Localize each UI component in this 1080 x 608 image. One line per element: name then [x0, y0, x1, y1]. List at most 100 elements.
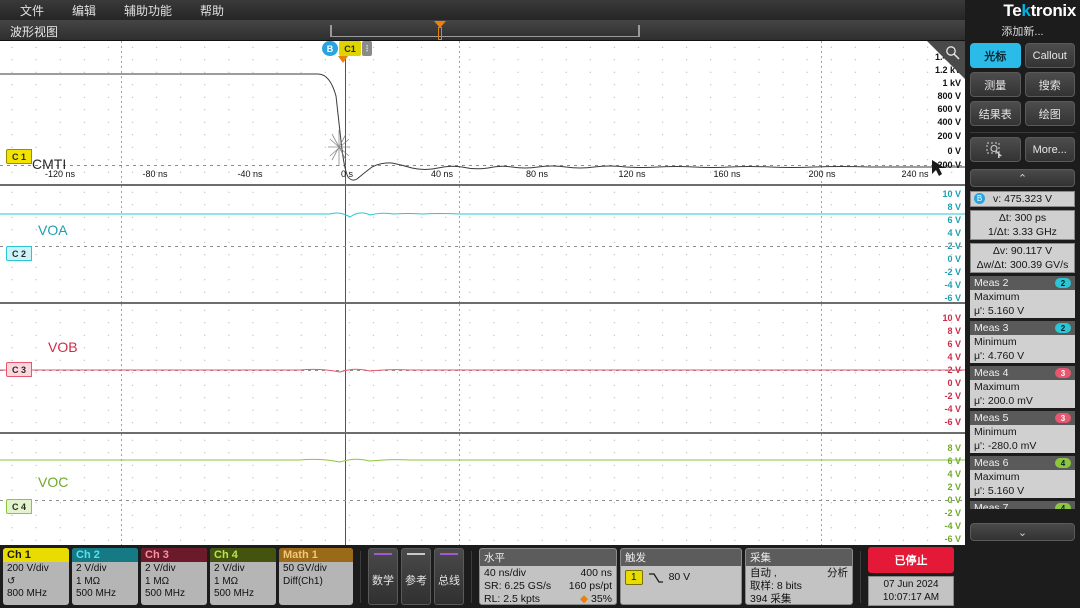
- vscale-tick: 10 V: [942, 313, 961, 323]
- zoom-select-button[interactable]: [970, 137, 1021, 162]
- ref-color-bar: [407, 553, 425, 555]
- scroll-up-button[interactable]: ⌃: [970, 169, 1075, 187]
- cursor-source-badge: B: [974, 193, 985, 204]
- add-new-label: 添加新...: [1001, 26, 1044, 38]
- acquire-row-1: 自动 , 分析: [750, 567, 848, 580]
- plot-vob[interactable]: C 3 VOB 10 V 8 V 6 V 4 V 2 V 0 V -2 V -4…: [0, 304, 965, 434]
- bottom-settings-bar: Ch 1 200 V/div ↺ 800 MHz Ch 2 2 V/div 1 …: [0, 545, 1080, 608]
- measurement-badge-meas6[interactable]: Meas 6 4 Maximum μ': 5.160 V: [970, 456, 1075, 498]
- channel-badge-ch2[interactable]: Ch 2 2 V/div 1 MΩ 500 MHz: [72, 548, 138, 605]
- resolution: 160 ps/pt: [568, 580, 612, 592]
- channel-badge-c2[interactable]: C 2: [6, 246, 32, 261]
- cursor-readout-v[interactable]: B v: 475.323 V: [970, 191, 1075, 207]
- add-math-button[interactable]: 数学: [368, 548, 398, 605]
- horizontal-row-3: RL: 2.5 kpts ◆ 35%: [484, 593, 612, 604]
- ch2-imp: 1 MΩ: [76, 575, 101, 587]
- channel-badge-c4[interactable]: C 4: [6, 499, 32, 514]
- menu-bar: 文件 编辑 辅助功能 帮助: [0, 0, 965, 20]
- cursor-readout-dt[interactable]: Δt: 300 ps 1/Δt: 3.33 GHz: [970, 210, 1075, 240]
- menu-item-file[interactable]: 文件: [12, 2, 52, 19]
- badge-collapse[interactable]: ⋮: [362, 41, 372, 56]
- meas-header: Meas 6 4: [970, 456, 1075, 470]
- ch3-body: 2 V/div 1 MΩ 500 MHz: [141, 562, 207, 602]
- add-cursor-button[interactable]: 光标: [970, 43, 1021, 68]
- measurement-badge-meas4[interactable]: Meas 4 3 Maximum μ': 200.0 mV: [970, 366, 1075, 408]
- time-tick: 40 ns: [430, 169, 454, 179]
- sidebar-button-row-2: 测量 搜索: [965, 72, 1080, 101]
- probe-icon: ↺: [7, 575, 16, 587]
- add-search-button[interactable]: 搜索: [1024, 72, 1075, 97]
- horizontal-position-bracket[interactable]: [330, 25, 640, 37]
- add-measurement-button[interactable]: 测量: [970, 72, 1021, 97]
- menu-item-edit[interactable]: 编辑: [64, 2, 104, 19]
- measurement-badge-meas7[interactable]: Meas 7 4 Minimum μ': 4.760 V: [970, 501, 1075, 509]
- cursor-dwdt: Δw/Δt: 300.39 GV/s: [976, 259, 1069, 271]
- meas-source-badge: 3: [1055, 413, 1071, 423]
- meas-header: Meas 3 2: [970, 321, 1075, 335]
- plot-voc[interactable]: C 4 VOC 8 V 6 V 4 V 2 V 0 V -2 V -4 V -6…: [0, 434, 965, 563]
- trigger-body: 1 80 V: [621, 566, 741, 586]
- vscale-tick: -2 V: [944, 391, 961, 401]
- trigger-badge-group[interactable]: B C1 ⋮: [322, 41, 373, 63]
- scroll-down-button[interactable]: ⌄: [970, 523, 1075, 541]
- math-color-bar: [374, 553, 392, 555]
- run-stop-button[interactable]: 已停止: [868, 547, 954, 573]
- channel-badge-ch3[interactable]: Ch 3 2 V/div 1 MΩ 500 MHz: [141, 548, 207, 605]
- ch3-vdiv: 2 V/div: [145, 563, 176, 574]
- time-tick: 240 ns: [901, 169, 929, 179]
- acquire-settings-badge[interactable]: 采集 自动 , 分析 取样: 8 bits 394 采集: [745, 548, 853, 605]
- add-plot-button[interactable]: 绘图: [1024, 101, 1075, 126]
- measurement-badge-meas5[interactable]: Meas 5 3 Minimum μ': -280.0 mV: [970, 411, 1075, 453]
- datetime-display: 07 Jun 2024 10:07:17 AM: [868, 576, 954, 606]
- measurement-badge-meas3[interactable]: Meas 3 2 Minimum μ': 4.760 V: [970, 321, 1075, 363]
- meas-header: Meas 7 4: [970, 501, 1075, 509]
- ch2-title: Ch 2: [72, 548, 138, 562]
- ch3-imp: 1 MΩ: [145, 575, 170, 587]
- time-tick: -40 ns: [237, 169, 263, 179]
- menu-item-utility[interactable]: 辅助功能: [116, 2, 180, 19]
- add-callout-button[interactable]: Callout: [1024, 43, 1075, 68]
- ch2-bw: 500 MHz: [76, 588, 117, 599]
- plot-cmti[interactable]: C 1 CMTI 1.4 kV 1.2 kV 1 kV 800 V 600 V …: [0, 41, 965, 186]
- measurement-badge-meas2[interactable]: Meas 2 2 Maximum μ': 5.160 V: [970, 276, 1075, 318]
- vscale-tick: -2 V: [944, 267, 961, 277]
- menu-item-help[interactable]: 帮助: [192, 2, 232, 19]
- cursor-readout-dv[interactable]: Δv: 90.117 V Δw/Δt: 300.39 GV/s: [970, 243, 1075, 273]
- trigger-level: 80 V: [668, 571, 691, 583]
- horizontal-settings-badge[interactable]: 水平 40 ns/div 400 ns SR: 6.25 GS/s 160 ps…: [479, 548, 617, 605]
- ch1-bw: 800 MHz: [7, 588, 48, 599]
- badge-c1[interactable]: C1: [339, 41, 361, 56]
- add-results-table-button[interactable]: 结果表: [970, 101, 1021, 126]
- trigger-settings-badge[interactable]: 触发 1 80 V: [620, 548, 742, 605]
- add-ref-button[interactable]: 参考: [401, 548, 431, 605]
- acquire-mode: 自动 ,: [750, 567, 777, 579]
- channel-badge-c3[interactable]: C 3: [6, 362, 32, 377]
- vscale-tick: 6 V: [947, 456, 961, 466]
- channel-badge-ch4[interactable]: Ch 4 2 V/div 1 MΩ 500 MHz: [210, 548, 276, 605]
- acquire-count: 394 采集: [750, 593, 792, 605]
- math1-body: 50 GV/div Diff(Ch1): [279, 562, 353, 589]
- trigger-arrow-down-icon: [338, 56, 348, 63]
- vscale-tick: 200 V: [937, 131, 961, 141]
- meas-source-badge: 2: [1055, 278, 1071, 288]
- trigger-position-marker[interactable]: [434, 21, 446, 40]
- run-status-group: 已停止 07 Jun 2024 10:07:17 AM: [868, 547, 954, 606]
- vscale-tick: 0 V: [947, 146, 961, 156]
- add-bus-button[interactable]: 总线: [434, 548, 464, 605]
- zoom-area-icon[interactable]: [927, 41, 965, 79]
- vertical-scale-ch4: 8 V 6 V 4 V 2 V 0 V -2 V -4 V -6 V -8 V: [919, 434, 963, 563]
- more-button[interactable]: More...: [1024, 137, 1075, 162]
- vscale-tick: 0 V: [947, 254, 961, 264]
- plot-voa[interactable]: C 2 VOA 10 V 8 V 6 V 4 V 2 V 0 V -2 V -4…: [0, 186, 965, 304]
- channel-badge-ch1[interactable]: Ch 1 200 V/div ↺ 800 MHz: [3, 548, 69, 605]
- vscale-tick: 6 V: [947, 215, 961, 225]
- channel-badge-label: C 3: [11, 364, 26, 375]
- waveform-view-title: 波形视图: [10, 25, 59, 39]
- meas-source-badge: 2: [1055, 323, 1071, 333]
- meas-title: Meas 2: [974, 277, 1009, 289]
- math-badge-math1[interactable]: Math 1 50 GV/div Diff(Ch1): [279, 548, 353, 605]
- channel-badge-c1[interactable]: C 1: [6, 149, 32, 164]
- acquire-analysis: 分析: [827, 567, 848, 579]
- badge-b[interactable]: B: [322, 41, 338, 56]
- vscale-tick: 8 V: [947, 443, 961, 453]
